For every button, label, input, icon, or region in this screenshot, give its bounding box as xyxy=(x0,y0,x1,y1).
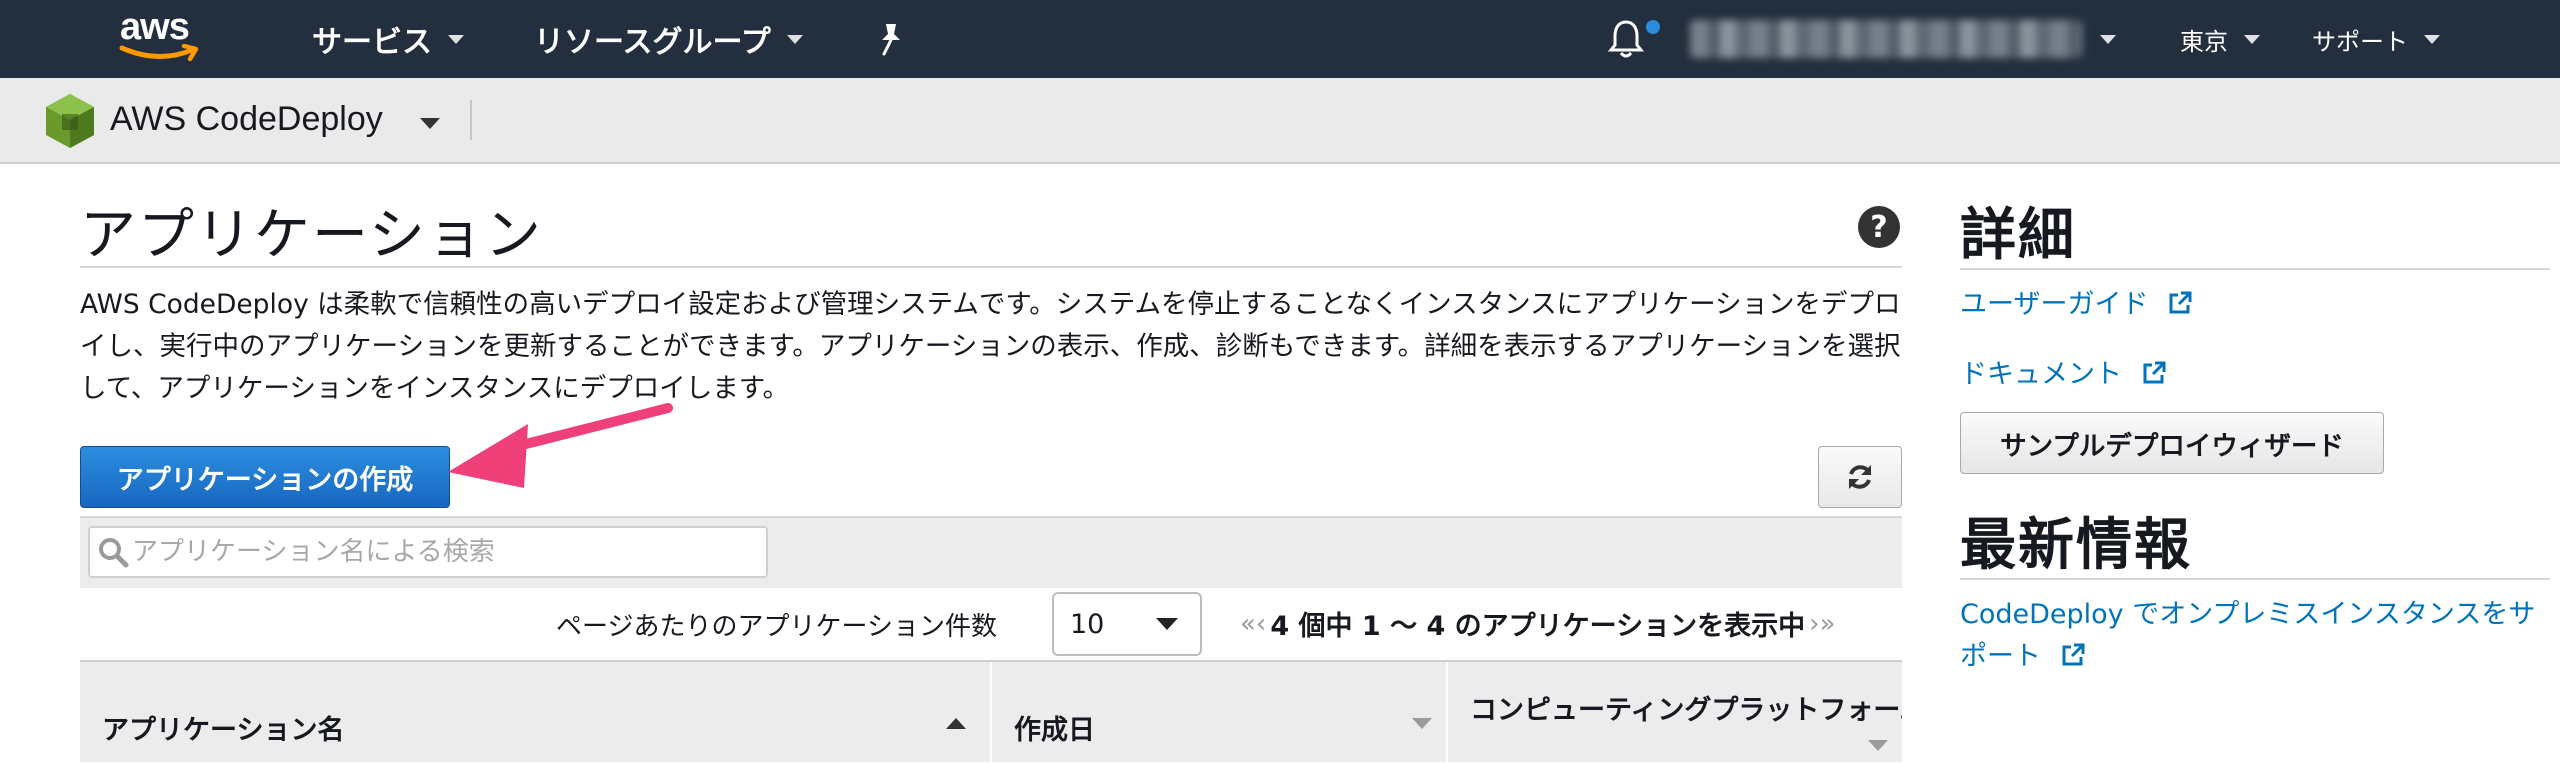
pagination-status: 4 個中 1 〜 4 のアプリケーションを表示中 xyxy=(1270,611,1806,642)
services-menu[interactable]: サービス xyxy=(312,19,464,60)
per-page-select[interactable]: 10 xyxy=(1052,592,1202,656)
refresh-button[interactable] xyxy=(1818,446,1902,508)
per-page-value: 10 xyxy=(1070,608,1105,640)
divider xyxy=(470,100,472,140)
page-description: AWS CodeDeploy は柔軟で信頼性の高いデプロイ設定および管理システム… xyxy=(80,289,1901,404)
resource-groups-menu[interactable]: リソースグループ xyxy=(534,19,803,60)
create-application-button[interactable]: アプリケーションの作成 xyxy=(80,446,450,508)
top-nav: aws サービス リソースグループ 東京 サポート xyxy=(0,0,2560,78)
aws-logo[interactable]: aws xyxy=(118,6,210,66)
news-link-label: CodeDeploy でオンプレミスインスタンスをサポート xyxy=(1960,599,2536,672)
chevron-down-icon xyxy=(1156,618,1178,630)
account-menu[interactable] xyxy=(2100,19,2116,59)
page-title: アプリケーション xyxy=(80,203,543,268)
support-menu[interactable]: サポート xyxy=(2312,19,2440,59)
news-title: 最新情報 xyxy=(1960,513,2192,578)
notification-dot xyxy=(1646,20,1660,34)
sort-icon xyxy=(1868,740,1888,751)
column-header-name[interactable]: アプリケーション名 xyxy=(80,662,992,764)
details-title: 詳細 xyxy=(1960,203,2076,268)
applications-table-header: アプリケーション名 作成日 コンピューティングプラットフォーム xyxy=(80,660,1902,764)
chevron-down-icon xyxy=(2244,34,2260,44)
column-header-created[interactable]: 作成日 xyxy=(992,662,1448,764)
region-label: 東京 xyxy=(2180,27,2228,56)
column-header-platform[interactable]: コンピューティングプラットフォーム xyxy=(1448,662,1902,764)
pagination: « ‹ 4 個中 1 〜 4 のアプリケーションを表示中 › » xyxy=(1240,604,1835,643)
external-link-icon xyxy=(2143,361,2166,384)
search-icon xyxy=(99,538,129,568)
column-label: コンピューティングプラットフォーム xyxy=(1470,695,1902,726)
aws-logo-text: aws xyxy=(120,6,190,48)
documents-label: ドキュメント xyxy=(1960,359,2122,390)
help-icon[interactable]: ? xyxy=(1858,206,1900,248)
column-label: アプリケーション名 xyxy=(102,715,345,746)
codedeploy-logo-icon xyxy=(46,94,94,148)
chevron-down-icon xyxy=(786,34,803,44)
divider xyxy=(1960,578,2550,580)
chevron-down-icon xyxy=(448,34,464,44)
bell-icon[interactable] xyxy=(1606,18,1646,60)
next-page-icon[interactable]: › xyxy=(1809,609,1819,639)
chevron-down-icon xyxy=(2100,34,2116,44)
search-input[interactable] xyxy=(132,537,732,567)
region-menu[interactable]: 東京 xyxy=(2180,19,2260,59)
per-page-label: ページあたりのアプリケーション件数 xyxy=(556,612,997,642)
service-bar xyxy=(0,78,2560,164)
aws-smile-icon xyxy=(119,44,199,62)
pin-icon[interactable] xyxy=(874,22,906,56)
support-label: サポート xyxy=(2312,27,2408,56)
chevron-down-icon xyxy=(2424,34,2440,44)
divider xyxy=(80,266,1902,268)
first-page-icon[interactable]: « xyxy=(1240,609,1256,639)
chevron-down-icon[interactable] xyxy=(420,118,440,129)
sort-icon xyxy=(1412,718,1432,729)
resource-groups-label: リソースグループ xyxy=(534,25,771,60)
refresh-icon xyxy=(1849,465,1871,489)
user-guide-link[interactable]: ユーザーガイド xyxy=(1960,284,2193,326)
documents-link[interactable]: ドキュメント xyxy=(1960,354,2167,396)
search-field[interactable] xyxy=(88,526,768,578)
sample-deploy-wizard-button[interactable]: サンプルデプロイウィザード xyxy=(1960,412,2384,474)
user-guide-label: ユーザーガイド xyxy=(1960,289,2149,320)
account-name-redacted[interactable] xyxy=(1690,20,2082,58)
last-page-icon[interactable]: » xyxy=(1820,609,1836,639)
external-link-icon xyxy=(2169,291,2192,314)
sort-ascending-icon xyxy=(946,718,966,729)
column-label: 作成日 xyxy=(1014,715,1095,746)
prev-page-icon[interactable]: ‹ xyxy=(1256,609,1266,639)
news-link[interactable]: CodeDeploy でオンプレミスインスタンスをサポート xyxy=(1960,594,2550,678)
callout-arrow-icon xyxy=(448,403,673,488)
divider xyxy=(1960,268,2550,270)
services-label: サービス xyxy=(312,25,432,60)
service-name[interactable]: AWS CodeDeploy xyxy=(110,100,383,139)
external-link-icon xyxy=(2062,643,2085,666)
